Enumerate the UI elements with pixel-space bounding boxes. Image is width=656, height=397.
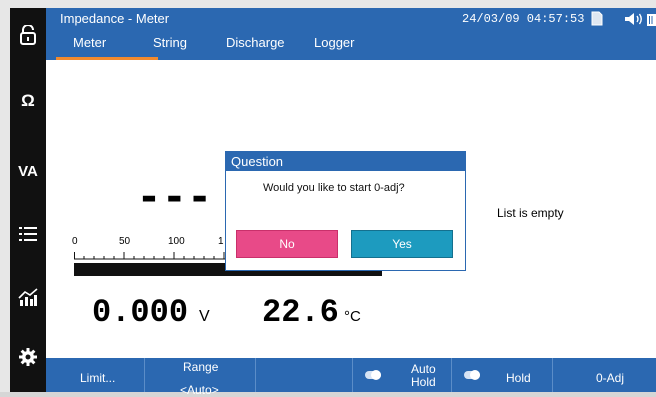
tab-logger[interactable]: Logger bbox=[314, 35, 354, 50]
hold-toggle[interactable]: Hold bbox=[452, 358, 552, 392]
list-status: List is empty bbox=[497, 206, 564, 220]
title-bar: Impedance - Meter 24/03/09 04:57:53 bbox=[46, 8, 656, 30]
va-icon[interactable]: VA bbox=[10, 156, 46, 186]
scale-tick-label: 100 bbox=[168, 236, 185, 247]
hold-label: Hold bbox=[506, 371, 531, 385]
range-button[interactable]: Range <Auto> bbox=[145, 358, 255, 397]
resistance-reading-dashes: - - - bbox=[141, 169, 208, 222]
confirm-dialog: Question Would you like to start 0-adj? … bbox=[225, 151, 466, 271]
window-title: Impedance - Meter bbox=[60, 11, 170, 26]
temperature-value: 22.6 bbox=[262, 294, 339, 331]
dialog-message: Would you like to start 0-adj? bbox=[263, 182, 405, 194]
auto-hold-label-line1: Auto bbox=[411, 362, 436, 376]
memory-card-icon bbox=[591, 11, 603, 29]
unlock-icon[interactable] bbox=[10, 20, 46, 50]
scale-tick-label: 50 bbox=[119, 236, 131, 247]
gear-icon[interactable] bbox=[10, 342, 46, 372]
speaker-icon[interactable] bbox=[624, 12, 644, 29]
app-frame: Ω VA Impedance - Meter 24/03/09 04:57:53… bbox=[0, 0, 656, 397]
range-value: <Auto> bbox=[180, 383, 219, 397]
auto-hold-switch[interactable] bbox=[365, 370, 381, 380]
va-label: VA bbox=[18, 162, 38, 180]
scale-ruler bbox=[74, 252, 229, 260]
dialog-title: Question bbox=[226, 152, 465, 171]
ohm-icon[interactable]: Ω bbox=[10, 86, 46, 116]
limit-label: Limit... bbox=[80, 371, 116, 385]
battery-icon bbox=[647, 13, 656, 29]
no-button[interactable]: No bbox=[236, 230, 338, 258]
zero-adj-label: 0-Adj bbox=[596, 371, 625, 385]
ohm-label: Ω bbox=[21, 91, 35, 110]
function-bar: Limit... Range <Auto> Auto Hold Hold 0-A… bbox=[46, 358, 656, 397]
voltage-unit: V bbox=[199, 308, 210, 325]
sidebar: Ω VA bbox=[10, 8, 46, 392]
zero-adj-button[interactable]: 0-Adj bbox=[553, 358, 656, 392]
auto-hold-toggle[interactable]: Auto Hold bbox=[353, 358, 451, 392]
range-label: Range bbox=[183, 360, 219, 374]
voltage-value: 0.000 bbox=[92, 294, 189, 331]
chart-icon[interactable] bbox=[10, 282, 46, 312]
list-icon[interactable] bbox=[10, 219, 46, 249]
scale-tick-label: 0 bbox=[72, 236, 78, 247]
tab-string[interactable]: String bbox=[153, 35, 187, 50]
tab-meter[interactable]: Meter bbox=[73, 35, 106, 50]
tab-bar: Meter String Discharge Logger bbox=[46, 30, 656, 61]
divider bbox=[255, 358, 256, 392]
temperature-unit: °C bbox=[344, 308, 361, 325]
auto-hold-label-line2: Hold bbox=[411, 375, 436, 389]
scale-tick-label: 1 bbox=[218, 236, 224, 247]
datetime: 24/03/09 04:57:53 bbox=[462, 12, 585, 26]
yes-button[interactable]: Yes bbox=[351, 230, 453, 258]
hold-switch[interactable] bbox=[464, 370, 480, 380]
tab-discharge[interactable]: Discharge bbox=[226, 35, 285, 50]
limit-button[interactable]: Limit... bbox=[46, 358, 144, 392]
